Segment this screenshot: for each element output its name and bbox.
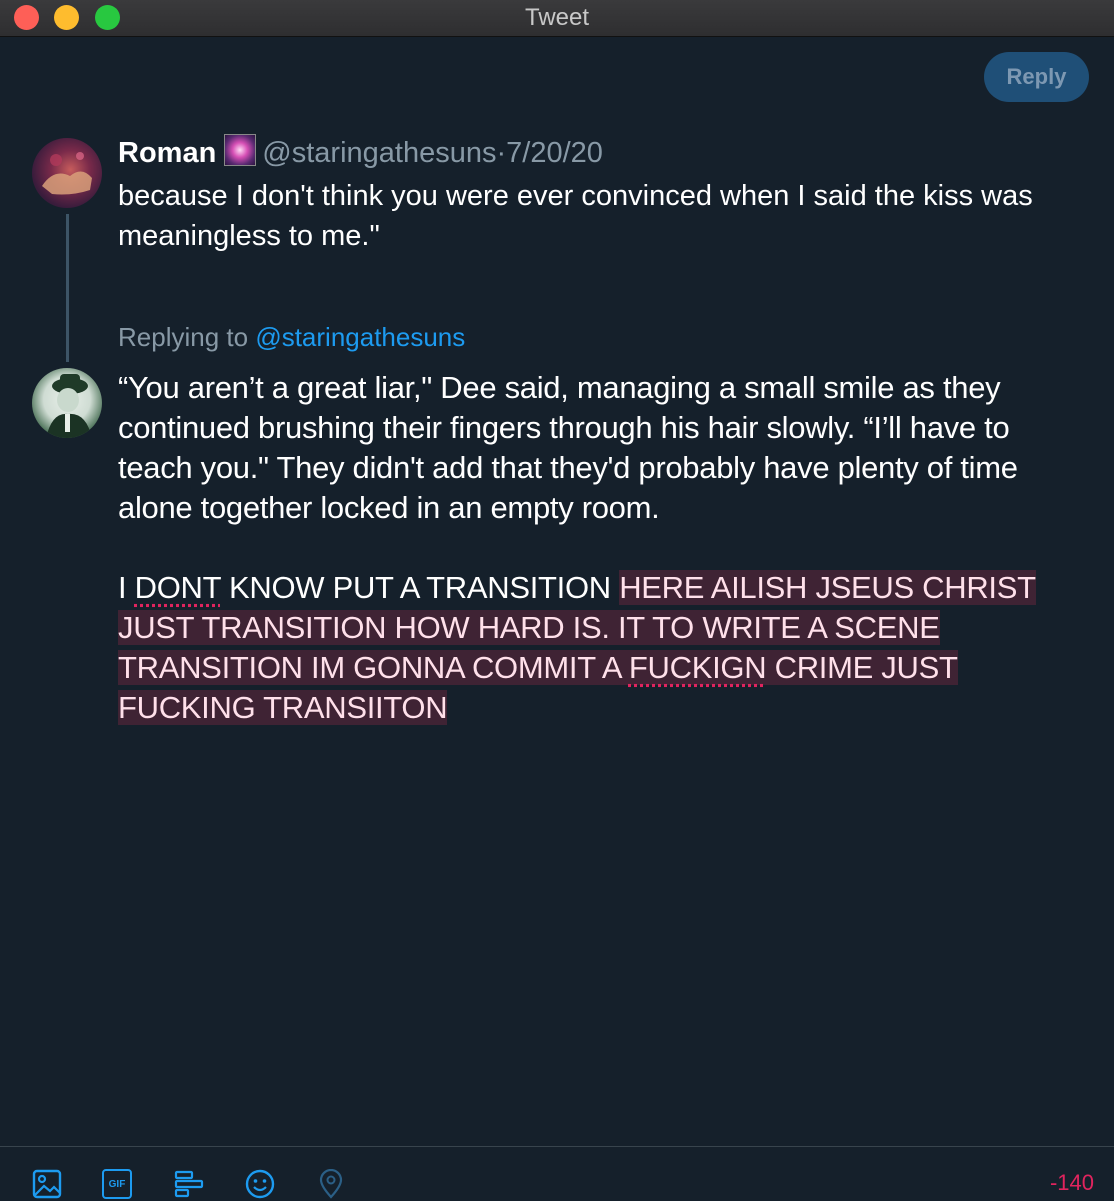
poll-icon[interactable]	[174, 1169, 204, 1199]
separator-dot: ·	[496, 137, 507, 169]
mention-link[interactable]: @staringathesuns	[255, 322, 465, 352]
window-titlebar: Tweet	[0, 0, 1114, 37]
tweet-text: because I don't think you were ever conv…	[118, 180, 1033, 252]
gif-icon[interactable]: GIF	[102, 1169, 132, 1199]
image-icon[interactable]	[32, 1169, 62, 1199]
location-icon[interactable]	[316, 1169, 346, 1199]
emoji-icon[interactable]	[245, 1169, 275, 1199]
compose-paragraph: “You aren’t a great liar," Dee said, man…	[118, 370, 1018, 525]
gif-label: GIF	[108, 1178, 126, 1190]
window-title: Tweet	[524, 4, 590, 31]
compose-toolbar: GIF	[0, 1146, 1114, 1201]
reply-button[interactable]: Reply	[984, 52, 1089, 102]
character-counter: -140	[1049, 1170, 1094, 1195]
avatar	[32, 368, 102, 438]
avatar-image	[42, 152, 92, 195]
compose-textarea[interactable]: “You aren’t a great liar," Dee said, man…	[118, 368, 1090, 728]
compose-paragraph: I DONT KNOW PUT A TRANSITION HERE AILISH…	[118, 568, 1090, 728]
thread-line	[66, 214, 69, 362]
avatar-image	[46, 374, 92, 438]
sparkle-emoji-icon	[224, 134, 257, 166]
replying-to: Replying to @staringathesuns	[118, 322, 465, 353]
compose-text: KNOW PUT A TRANSITION	[220, 570, 620, 605]
compose-text: I	[118, 570, 135, 605]
avatar[interactable]	[32, 138, 102, 208]
display-name[interactable]: Roman	[118, 137, 216, 169]
replying-prefix: Replying to	[118, 322, 249, 352]
tweet-header: Roman @staringathesuns·7/20/20	[118, 134, 603, 170]
user-handle[interactable]: @staringathesuns	[262, 137, 496, 169]
misspelled-word[interactable]: DONT	[135, 570, 221, 605]
misspelled-word[interactable]: FUCKIGN	[628, 650, 767, 685]
tweet-date[interactable]: 7/20/20	[506, 137, 603, 169]
